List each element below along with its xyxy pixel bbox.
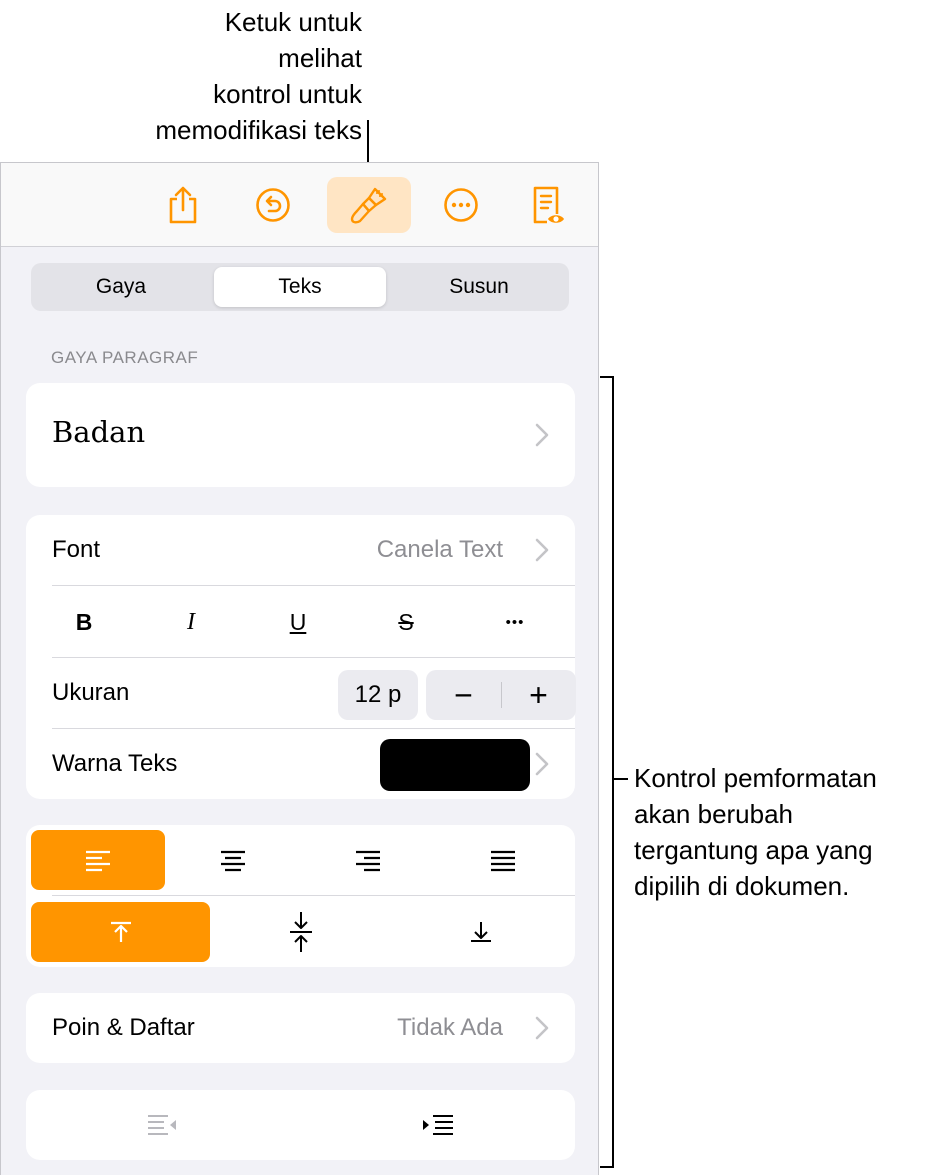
bullets-value: Tidak Ada [397,1014,503,1041]
more-text-options-glyph: ••• [505,613,525,631]
reading-view-button[interactable] [507,177,591,233]
align-left-button[interactable] [31,830,165,890]
size-label: Ukuran [52,679,130,706]
chevron-right-icon [535,423,549,447]
tab-segmented-control: Gaya Teks Susun [31,263,569,311]
font-label: Font [52,536,101,563]
align-center-icon [221,850,245,872]
bullets-row-content: Poin & Daftar Tidak Ada [52,993,575,1063]
bracket-pointer [614,778,628,780]
align-right-icon [356,850,380,872]
underline-button[interactable]: U [248,586,348,658]
paragraph-style-row[interactable]: Badan [26,383,575,487]
align-center-button[interactable] [166,830,300,890]
font-style-row: B I U S ••• [26,586,575,658]
bold-glyph: B [75,608,93,635]
align-right-button[interactable] [301,830,435,890]
font-card: Font Canela Text B I U S ••• Ukuran 12 p… [26,515,576,799]
share-icon [169,186,197,224]
bold-button[interactable]: B [34,586,134,658]
paintbrush-icon [350,187,387,224]
divider [52,895,575,896]
callout-line: Ketuk untuk [224,7,362,37]
text-color-swatch[interactable] [380,739,530,791]
paragraph-style-value: Badan [52,415,146,449]
align-left-icon [86,850,110,872]
size-row: Ukuran 12 p − + [52,658,576,728]
underline-glyph: U [289,608,307,635]
indent-card [26,1090,575,1160]
bullets-label: Poin & Daftar [52,1014,195,1041]
decrease-size-button[interactable]: − [426,670,501,720]
font-size-field[interactable]: 12 p [338,670,418,720]
more-icon [444,188,478,222]
strikethrough-button[interactable]: S [356,586,456,658]
font-size-stepper: − + [426,670,576,720]
share-button[interactable] [141,177,225,233]
bullets-lists-row[interactable]: Poin & Daftar Tidak Ada [26,993,575,1063]
format-panel: Gaya Teks Susun GAYA PARAGRAF Badan Font… [0,162,599,1175]
tab-teks[interactable]: Teks [214,267,386,307]
justify-button[interactable] [436,830,570,890]
align-middle-button[interactable] [211,902,390,962]
callout-line: melihat [278,43,362,73]
format-button[interactable] [327,177,411,233]
italic-glyph: I [187,608,195,635]
font-row[interactable]: Font Canela Text [52,515,575,585]
callout-tap-to-see-controls: Ketuk untuk melihat kontrol untuk memodi… [155,4,362,148]
chevron-right-icon [535,538,549,562]
toolbar [1,163,598,247]
justify-icon [491,850,515,872]
decrease-indent-button[interactable] [26,1090,300,1160]
align-bottom-icon [470,922,491,942]
alignment-card [26,825,575,967]
callout-formatting-controls: Kontrol pemformatan akan berubah tergant… [634,760,877,904]
tab-gaya[interactable]: Gaya [35,267,207,307]
minus-icon: − [454,676,473,713]
strikethrough-glyph: S [398,608,414,635]
plus-icon: + [529,676,548,713]
text-color-row[interactable]: Warna Teks [52,729,575,799]
bracket-vertical [612,376,614,1168]
decrease-indent-icon [148,1115,176,1135]
chevron-right-icon [535,1016,549,1040]
align-bottom-button[interactable] [391,902,570,962]
callout-line: kontrol untuk [213,79,362,109]
chevron-right-icon [535,752,549,776]
tab-susun[interactable]: Susun [393,267,565,307]
callout-line: dipilih di dokumen. [634,871,850,901]
callout-line: Kontrol pemformatan [634,763,877,793]
paragraph-style-header: GAYA PARAGRAF [51,348,199,367]
increase-size-button[interactable]: + [501,670,576,720]
more-button[interactable] [419,177,503,233]
more-text-options-button[interactable]: ••• [465,586,565,658]
callout-line: memodifikasi teks [155,115,362,145]
undo-button[interactable] [231,177,315,233]
callout-line: akan berubah [634,799,794,829]
italic-button[interactable]: I [141,586,241,658]
reading-view-icon [533,186,564,224]
font-value: Canela Text [376,536,503,563]
align-middle-icon [289,912,312,952]
text-color-label: Warna Teks [52,750,178,777]
undo-icon [256,188,290,222]
callout-line: tergantung apa yang [634,835,873,865]
increase-indent-icon [423,1115,453,1135]
bracket-top [600,376,614,378]
bracket-bottom [600,1166,614,1168]
increase-indent-button[interactable] [301,1090,575,1160]
align-top-button[interactable] [31,902,210,962]
align-top-icon [110,921,131,942]
